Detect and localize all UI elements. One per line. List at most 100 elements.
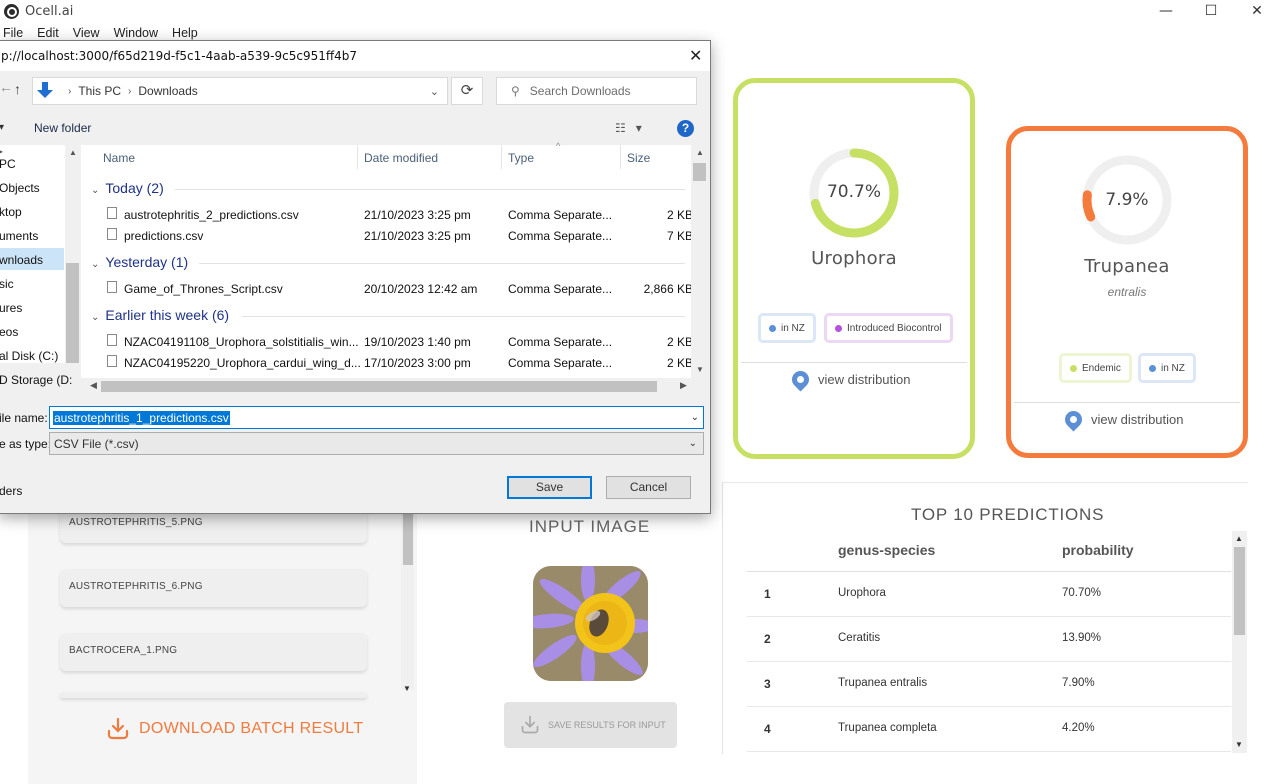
- refresh-icon[interactable]: ⟳: [451, 77, 483, 105]
- up-arrow-icon[interactable]: ↑: [14, 81, 21, 97]
- file-date: 21/10/2023 3:25 pm: [364, 229, 471, 243]
- tag-label: Introduced Biocontrol: [847, 322, 942, 334]
- table-row: 4 Trupanea completa 4.20%: [747, 707, 1231, 752]
- download-batch-button[interactable]: DOWNLOAD BATCH RESULT: [106, 717, 363, 741]
- scroll-down-arrow-icon[interactable]: ▼: [696, 365, 704, 374]
- file-name[interactable]: NZAC04195220_Urophora_cardui_wing_d...: [124, 356, 361, 370]
- search-placeholder: Search Downloads: [529, 84, 631, 98]
- rank-cell: 3: [764, 677, 771, 691]
- confidence-percent: 7.9%: [1105, 190, 1149, 210]
- tag-dot: [1149, 364, 1156, 372]
- downloads-icon: [37, 82, 55, 100]
- back-arrow-icon[interactable]: ←: [0, 79, 13, 95]
- organize-chevron-icon[interactable]: ▾: [0, 122, 4, 133]
- group-divider: [199, 263, 685, 264]
- nav-scroll-thumb[interactable]: [66, 263, 79, 363]
- card-divider: [1014, 402, 1240, 403]
- hide-folders-toggle[interactable]: ders: [0, 484, 22, 498]
- group-header-earlier-this-week[interactable]: ⌄ Earlier this week (6): [91, 307, 229, 323]
- batch-item[interactable]: AUSTROTEPHRITIS_6.PNG: [60, 569, 367, 607]
- scroll-up-arrow-icon[interactable]: ▲: [69, 148, 77, 157]
- batch-item[interactable]: BACTROCERA_1.PNG: [60, 633, 367, 671]
- nav-item-documents[interactable]: uments: [0, 229, 38, 243]
- file-list-scroll-thumb[interactable]: [693, 163, 706, 181]
- group-header-yesterday[interactable]: ⌄ Yesterday (1): [91, 254, 188, 270]
- dialog-close-button[interactable]: ✕: [689, 46, 702, 66]
- column-size[interactable]: Size: [627, 151, 650, 165]
- flower-image: [533, 566, 648, 681]
- scroll-down-arrow-icon[interactable]: ▼: [403, 684, 411, 693]
- scroll-up-arrow-icon[interactable]: ▲: [696, 148, 704, 157]
- save-results-for-input-button[interactable]: SAVE RESULTS FOR INPUT: [504, 702, 677, 748]
- file-date: 21/10/2023 3:25 pm: [364, 208, 471, 222]
- file-name[interactable]: predictions.csv: [124, 229, 203, 243]
- tag-in-nz: in NZ: [758, 313, 816, 343]
- nav-item-3d-objects[interactable]: Objects: [0, 181, 40, 195]
- column-date-modified[interactable]: Date modified: [364, 151, 438, 165]
- table-row: 2 Ceratitis 13.90%: [747, 617, 1231, 662]
- batch-item-partial[interactable]: [60, 692, 367, 698]
- close-window-button[interactable]: ✕: [1242, 3, 1272, 21]
- view-distribution-link[interactable]: view distribution: [1061, 407, 1184, 432]
- chevron-down-icon[interactable]: ⌄: [430, 85, 439, 98]
- column-separator[interactable]: [357, 145, 358, 169]
- nav-item-videos[interactable]: eos: [0, 325, 18, 339]
- scroll-up-arrow-icon[interactable]: ▲: [1235, 534, 1243, 543]
- scroll-left-arrow-icon[interactable]: ◀: [90, 380, 97, 391]
- group-label: Earlier this week (6): [105, 307, 230, 323]
- column-name[interactable]: Name: [103, 151, 135, 165]
- help-icon[interactable]: ?: [677, 120, 694, 137]
- group-divider: [175, 189, 685, 190]
- search-input[interactable]: ⚲ Search Downloads: [496, 77, 697, 105]
- tag-dot: [769, 324, 776, 332]
- cancel-button[interactable]: Cancel: [606, 476, 691, 499]
- file-name[interactable]: NZAC04191108_Urophora_solstitialis_win..…: [124, 335, 359, 349]
- nav-item-pictures[interactable]: ures: [0, 301, 22, 315]
- minimize-button[interactable]: —: [1151, 3, 1181, 21]
- file-name[interactable]: austrotephritis_2_predictions.csv: [124, 208, 299, 222]
- app-logo-icon: [4, 4, 19, 19]
- save-results-label: SAVE RESULTS FOR INPUT: [548, 720, 666, 730]
- scroll-right-arrow-icon[interactable]: ▶: [680, 380, 687, 391]
- probability-cell: 7.90%: [1062, 677, 1095, 689]
- save-type-value: CSV File (*.csv): [54, 436, 139, 451]
- rank-cell: 1: [764, 587, 771, 601]
- search-icon: ⚲: [511, 84, 520, 98]
- download-icon: [521, 715, 539, 734]
- group-header-today[interactable]: ⌄ Today (2): [91, 180, 164, 196]
- file-name[interactable]: Game_of_Thrones_Script.csv: [124, 282, 283, 296]
- rank-cell: 2: [764, 632, 771, 646]
- column-separator[interactable]: [501, 145, 502, 169]
- file-list-hscroll-thumb[interactable]: [101, 381, 657, 392]
- breadcrumb-this-pc[interactable]: This PC: [78, 84, 121, 98]
- batch-scroll-thumb[interactable]: [403, 505, 413, 565]
- new-folder-button[interactable]: New folder: [34, 121, 91, 135]
- nav-item-desktop[interactable]: ktop: [0, 205, 22, 219]
- column-type[interactable]: Type: [508, 151, 534, 165]
- nav-expand-icon[interactable]: ▸: [0, 147, 3, 156]
- view-options-icon[interactable]: ☷ ▾: [615, 121, 642, 135]
- view-distribution-link[interactable]: view distribution: [788, 367, 911, 392]
- scroll-down-arrow-icon[interactable]: ▼: [1235, 740, 1243, 749]
- nav-item-local-disk[interactable]: al Disk (C:): [0, 349, 58, 363]
- maximize-button[interactable]: ☐: [1196, 3, 1226, 21]
- tag-introduced-biocontrol: Introduced Biocontrol: [824, 313, 953, 343]
- file-name-input[interactable]: austrotephritis_1_predictions.csv ⌄: [49, 406, 704, 429]
- chevron-down-icon: ⌄: [91, 185, 100, 196]
- save-type-select[interactable]: CSV File (*.csv) ⌄: [49, 432, 704, 455]
- breadcrumb-downloads[interactable]: Downloads: [138, 84, 197, 98]
- save-button[interactable]: Save: [507, 476, 592, 499]
- chevron-down-icon[interactable]: ⌄: [691, 412, 699, 423]
- nav-item-storage[interactable]: D Storage (D:: [0, 373, 72, 387]
- nav-item-downloads[interactable]: wnloads: [0, 253, 43, 267]
- species-name: Urophora: [811, 248, 897, 269]
- column-separator[interactable]: [620, 145, 621, 169]
- address-bar[interactable]: › This PC › Downloads ⌄: [32, 77, 448, 105]
- table-scroll-thumb[interactable]: [1234, 547, 1245, 635]
- nav-item-this-pc[interactable]: PC: [0, 157, 16, 171]
- probability-cell: 4.20%: [1062, 722, 1095, 734]
- download-batch-label: DOWNLOAD BATCH RESULT: [139, 720, 364, 737]
- species-cell: Trupanea completa: [838, 722, 937, 734]
- nav-item-music[interactable]: sic: [0, 277, 14, 291]
- tag-dot: [835, 324, 842, 332]
